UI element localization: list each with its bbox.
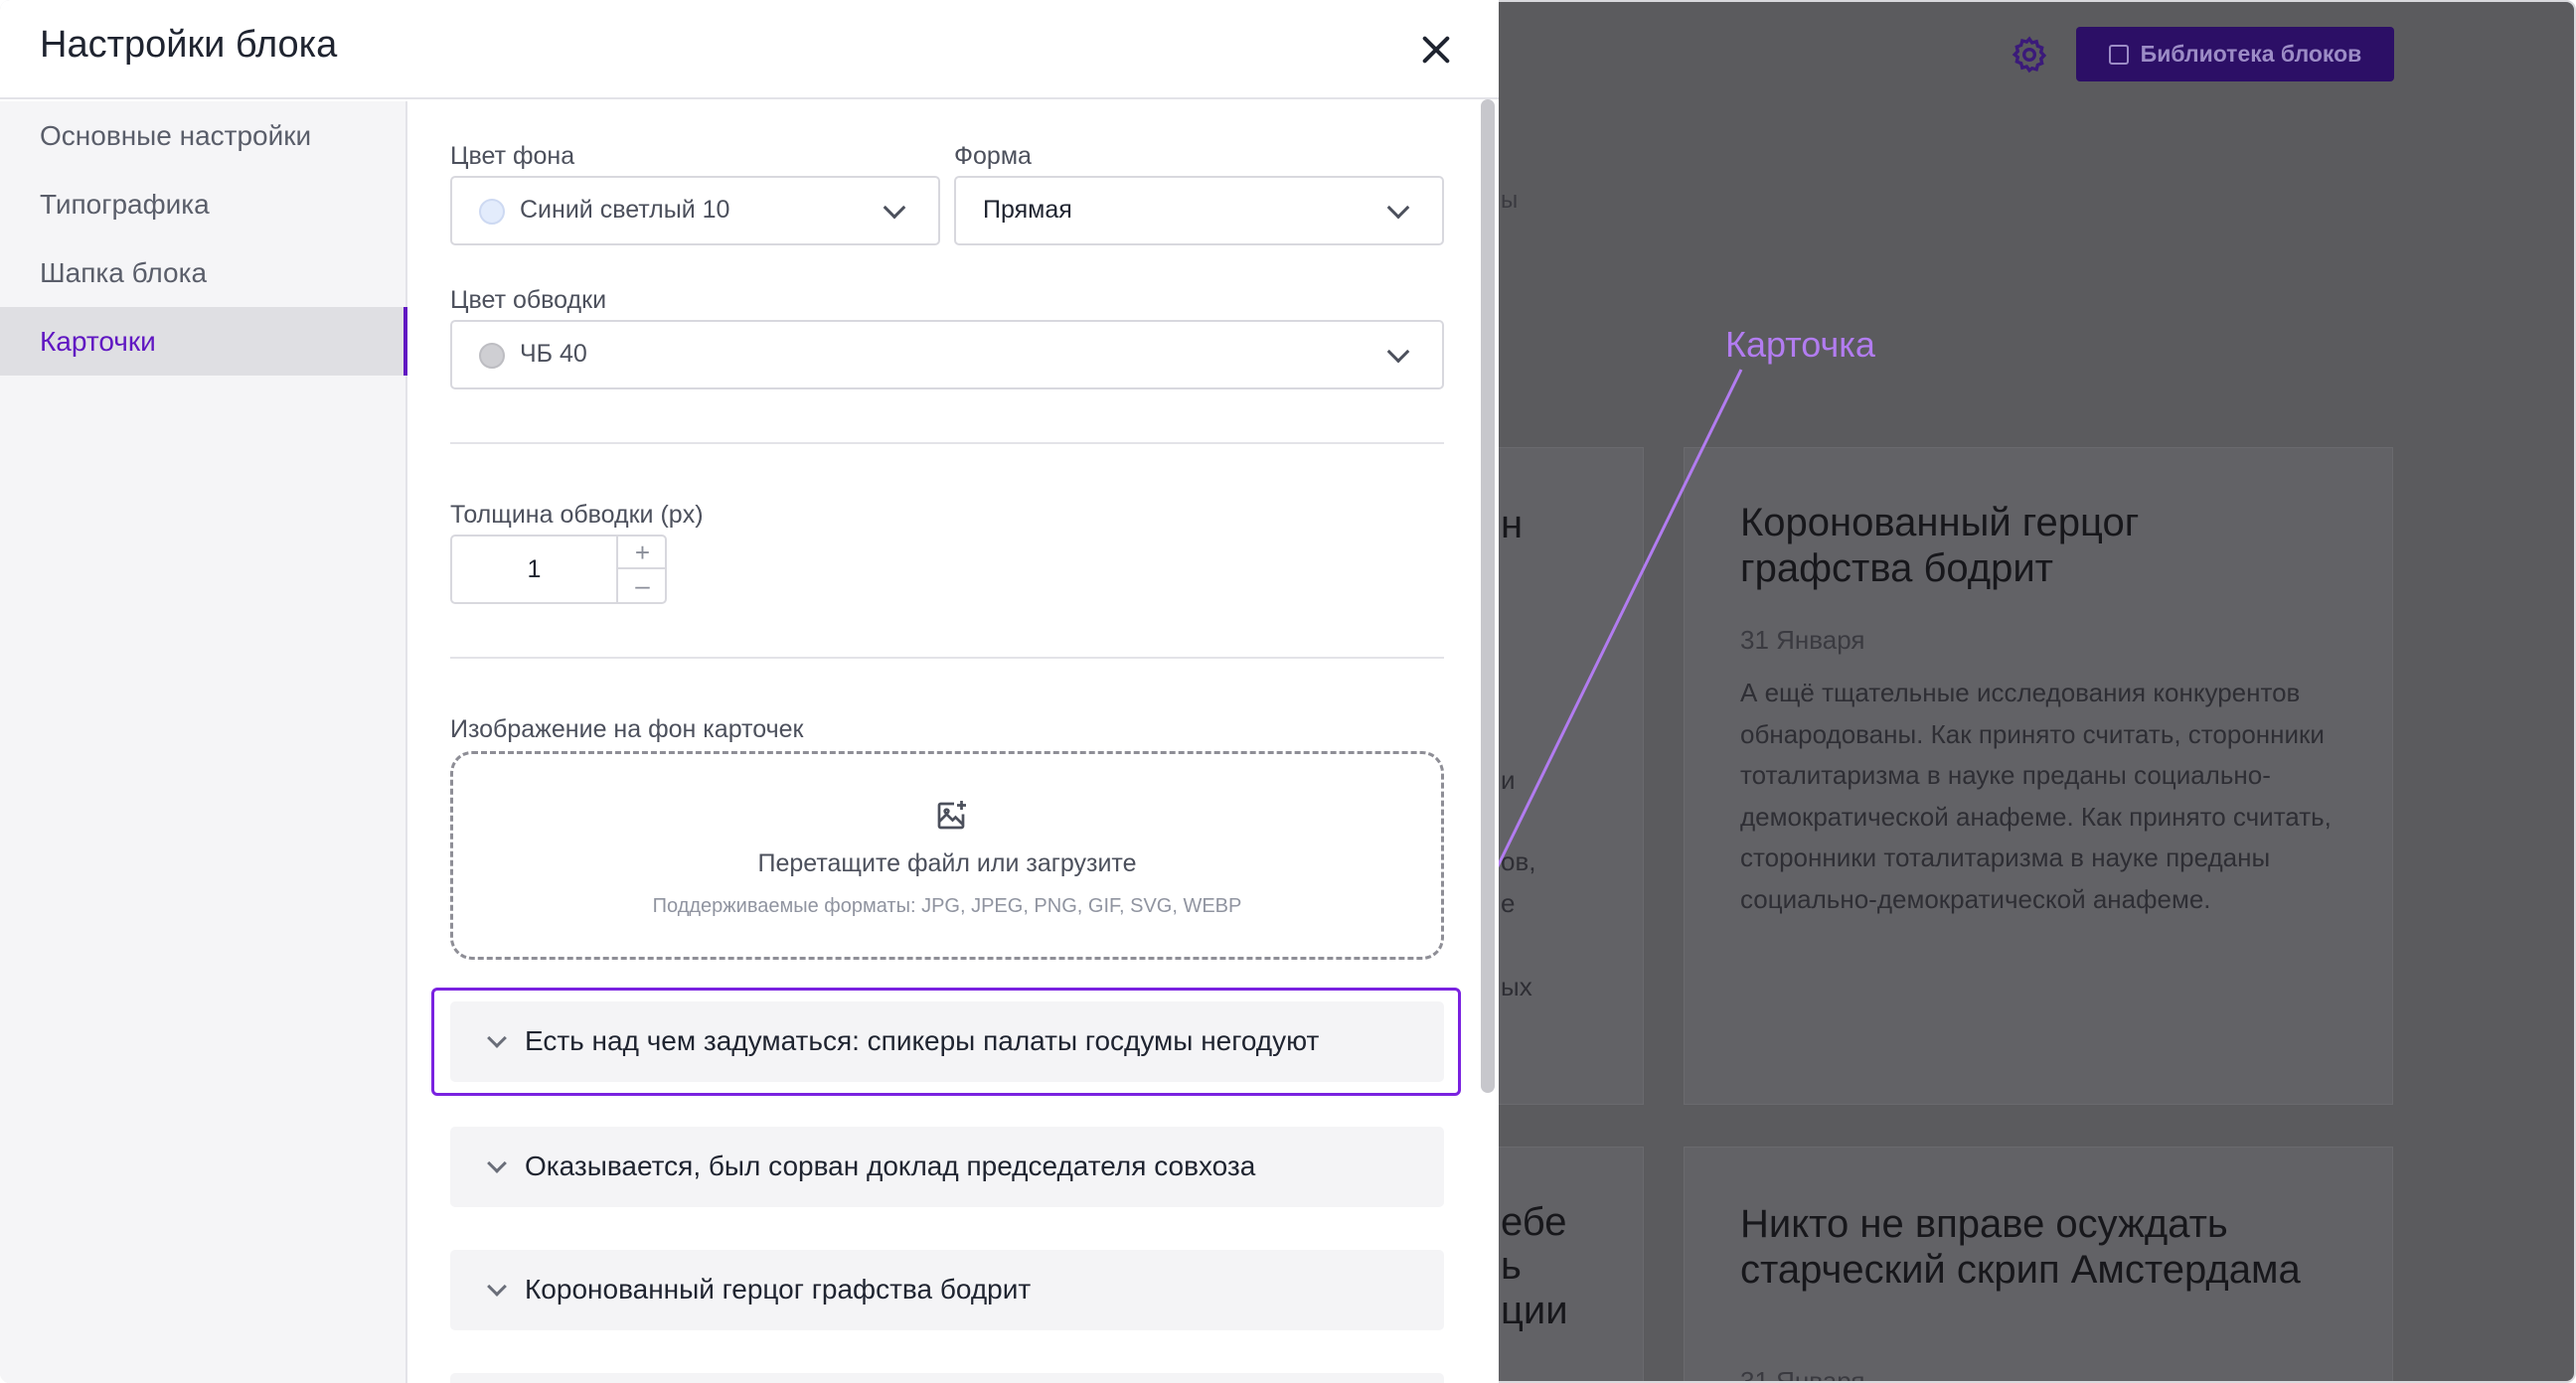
shape-label: Форма <box>954 142 1032 170</box>
bg-text-fragment: е <box>1501 888 1516 918</box>
bg-card-text: А ещё тщательные исследования конкуренто… <box>1740 678 2332 914</box>
card-accordion-item[interactable]: Оказывается, был сорван доклад председат… <box>450 1127 1444 1207</box>
border-color-label: Цвет обводки <box>450 286 607 314</box>
border-width-input[interactable]: 1 <box>452 537 616 602</box>
dropzone-text: Перетащите файл или загрузите <box>757 849 1137 877</box>
bg-text-fragment: ебе <box>1501 1200 1567 1244</box>
bg-text-fragment: н <box>1501 503 1524 546</box>
sidebar-item-typography[interactable]: Типографика <box>0 170 407 238</box>
shape-value: Прямая <box>983 196 1072 224</box>
bg-color-label: Цвет фона <box>450 142 575 170</box>
image-dropzone[interactable]: Перетащите файл или загрузите Поддержива… <box>450 751 1444 960</box>
card-title: Коронованный герцог графства бодрит <box>525 1274 1032 1305</box>
chevron-down-icon <box>1386 196 1410 220</box>
background-card: Коронованный герцог графства бодрит 31 Я… <box>1684 447 2393 1105</box>
bg-card-title: Коронованный герцог графства бодрит <box>1740 501 2140 590</box>
settings-sidebar: Основные настройки Типографика Шапка бло… <box>0 101 407 1383</box>
background-card: Никто не вправе осуждать старческий скри… <box>1684 1147 2393 1383</box>
library-button: Библиотека блоков <box>2076 27 2394 81</box>
shape-select[interactable]: Прямая <box>954 176 1444 245</box>
chevron-down-icon <box>1386 340 1410 364</box>
bg-card-date: 31 Января <box>1740 625 1865 655</box>
increment-button[interactable]: + <box>618 537 667 569</box>
annotation-label: Карточка <box>1725 324 1875 365</box>
border-width-stepper: 1 + – <box>450 535 667 604</box>
modal-header: Настройки блока <box>0 0 1499 99</box>
chevron-down-icon <box>883 196 906 220</box>
bg-text-fragment: ых <box>1501 972 1532 1001</box>
chevron-down-icon <box>487 1277 507 1297</box>
gear-icon <box>2012 36 2047 74</box>
border-width-label: Толщина обводки (px) <box>450 501 704 529</box>
card-highlight-frame <box>431 988 1461 1096</box>
color-swatch <box>479 343 505 369</box>
bg-text-fragment: ь <box>1501 1244 1522 1288</box>
card-image-label: Изображение на фон карточек <box>450 715 804 743</box>
scrollbar[interactable] <box>1481 99 1495 1093</box>
border-color-value: ЧБ 40 <box>520 340 587 368</box>
bg-card-date: 31 Января <box>1740 1366 1865 1383</box>
dropzone-formats: Поддерживаемые форматы: JPG, JPEG, PNG, … <box>652 895 1242 917</box>
block-settings-modal: Настройки блока Основные настройки Типог… <box>0 0 1499 1383</box>
modal-title: Настройки блока <box>40 24 338 66</box>
color-swatch <box>479 199 505 225</box>
bg-color-select[interactable]: Синий светлый 10 <box>450 176 940 245</box>
bg-text-fragment: и <box>1501 765 1516 795</box>
card-accordion-item[interactable] <box>450 1373 1444 1383</box>
stepper-buttons: + – <box>616 537 667 602</box>
sidebar-item-header[interactable]: Шапка блока <box>0 238 407 307</box>
divider <box>450 657 1444 659</box>
image-icon <box>2108 44 2129 65</box>
library-button-label: Библиотека блоков <box>2140 41 2362 67</box>
image-add-icon <box>937 801 966 830</box>
bg-color-value: Синий светлый 10 <box>520 196 730 224</box>
sidebar-item-main[interactable]: Основные настройки <box>0 101 407 170</box>
decrement-button[interactable]: – <box>618 569 667 602</box>
border-color-select[interactable]: ЧБ 40 <box>450 320 1444 389</box>
sidebar-item-cards[interactable]: Карточки <box>0 307 407 376</box>
card-title: Оказывается, был сорван доклад председат… <box>525 1151 1256 1181</box>
card-accordion-item[interactable]: Коронованный герцог графства бодрит <box>450 1250 1444 1330</box>
bg-text-fragment: ции <box>1501 1289 1568 1332</box>
bg-text-fragment: ов, <box>1501 846 1536 876</box>
divider <box>450 442 1444 444</box>
bg-card-title: Никто не вправе осуждать старческий скри… <box>1740 1202 2301 1292</box>
bg-text-fragment: ы <box>1501 187 1519 214</box>
chevron-down-icon <box>487 1153 507 1173</box>
close-icon[interactable] <box>1416 30 1456 70</box>
